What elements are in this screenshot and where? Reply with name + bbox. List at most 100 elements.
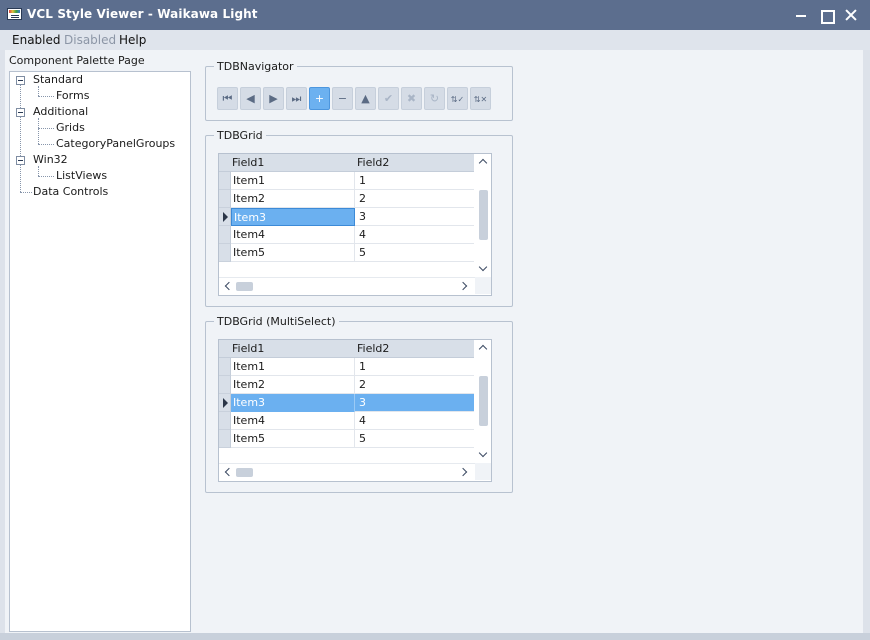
row-indicator[interactable] <box>219 412 231 430</box>
cancel-edit-button[interactable]: ✖ <box>401 87 422 110</box>
column-header-field1[interactable]: Field1 <box>232 156 264 169</box>
tree-item-forms[interactable]: Forms <box>56 89 89 102</box>
db-grid[interactable]: Field1 Field2 Item1 1 Item2 2 Item3 3 Item4 4 Item… <box>218 153 492 296</box>
menu-help[interactable]: Help <box>119 33 146 47</box>
column-header-field2[interactable]: Field2 <box>357 342 389 355</box>
table-cell[interactable]: Item5 <box>231 244 355 262</box>
horizontal-scroll-thumb[interactable] <box>236 468 253 477</box>
tree-item-listviews[interactable]: ListViews <box>56 169 107 182</box>
row-indicator[interactable] <box>219 244 231 262</box>
vertical-scrollbar[interactable] <box>475 154 491 277</box>
menu-disabled[interactable]: Disabled <box>64 33 116 47</box>
tree-item-grids[interactable]: Grids <box>56 121 85 134</box>
scroll-left-icon[interactable] <box>224 281 234 291</box>
table-row[interactable]: Item3 3 <box>231 394 474 412</box>
table-cell[interactable]: Item1 <box>231 358 355 376</box>
table-cell[interactable]: Item3 <box>231 208 355 226</box>
table-cell[interactable]: Item2 <box>231 376 355 394</box>
navigator-group: TDBNavigator ⏮ ◀ ▶ ⏭ + − ▲ ✔ ✖ ↻ ⇅✓ ⇅✕ <box>205 60 513 121</box>
table-row[interactable]: Item2 2 <box>231 376 474 394</box>
table-row[interactable]: Item3 3 <box>231 208 474 226</box>
table-cell[interactable]: 2 <box>356 376 474 394</box>
grid-multiselect-caption: TDBGrid (MultiSelect) <box>214 315 339 328</box>
vertical-scrollbar[interactable] <box>475 340 491 463</box>
table-cell[interactable]: Item4 <box>231 412 355 430</box>
db-grid-multiselect[interactable]: Field1 Field2 Item1 1 Item2 2 Item3 3 Item4 4 Item… <box>218 339 492 482</box>
first-record-button[interactable]: ⏮ <box>217 87 238 110</box>
table-cell[interactable]: 5 <box>356 244 474 262</box>
prior-record-button[interactable]: ◀ <box>240 87 261 110</box>
maximize-button[interactable] <box>815 5 837 25</box>
table-cell[interactable]: 3 <box>356 394 474 412</box>
scroll-up-icon[interactable] <box>478 344 488 354</box>
tree-item-data-controls[interactable]: Data Controls <box>33 185 108 198</box>
table-row[interactable]: Item4 4 <box>231 226 474 244</box>
apply-updates-button[interactable]: ⇅✓ <box>447 87 468 110</box>
next-record-button[interactable]: ▶ <box>263 87 284 110</box>
row-indicator[interactable] <box>219 376 231 394</box>
horizontal-scroll-thumb[interactable] <box>236 282 253 291</box>
edit-record-button[interactable]: ▲ <box>355 87 376 110</box>
table-cell[interactable]: Item5 <box>231 430 355 448</box>
last-record-button[interactable]: ⏭ <box>286 87 307 110</box>
insert-record-button[interactable]: + <box>309 87 330 110</box>
collapse-standard-icon[interactable] <box>16 76 25 85</box>
scroll-left-icon[interactable] <box>224 467 234 477</box>
vertical-scroll-thumb[interactable] <box>479 376 488 426</box>
delete-record-button[interactable]: − <box>332 87 353 110</box>
horizontal-scrollbar[interactable] <box>219 463 475 480</box>
scroll-down-icon[interactable] <box>478 448 488 458</box>
tree-item-standard[interactable]: Standard <box>33 73 83 86</box>
navigator-caption: TDBNavigator <box>214 60 297 73</box>
table-cell[interactable]: 4 <box>356 226 474 244</box>
minimize-button[interactable] <box>790 5 812 25</box>
refresh-data-button[interactable]: ↻ <box>424 87 445 110</box>
row-indicator[interactable] <box>219 190 231 208</box>
close-button[interactable] <box>840 5 862 25</box>
table-row[interactable]: Item1 1 <box>231 172 474 190</box>
collapse-win32-icon[interactable] <box>16 156 25 165</box>
menu-enabled[interactable]: Enabled <box>12 33 61 47</box>
table-cell[interactable]: 3 <box>356 208 474 226</box>
column-header-field1[interactable]: Field1 <box>232 342 264 355</box>
row-indicator[interactable] <box>219 226 231 244</box>
table-row[interactable]: Item5 5 <box>231 244 474 262</box>
table-row[interactable]: Item1 1 <box>231 358 474 376</box>
table-cell[interactable]: Item3 <box>231 394 355 412</box>
table-row[interactable]: Item4 4 <box>231 412 474 430</box>
table-cell[interactable]: Item1 <box>231 172 355 190</box>
table-row[interactable]: Item5 5 <box>231 430 474 448</box>
insert-record-icon: + <box>314 92 325 105</box>
table-cell[interactable]: 1 <box>356 172 474 190</box>
scroll-down-icon[interactable] <box>478 262 488 272</box>
row-indicator[interactable] <box>219 430 231 448</box>
window-bottom-border <box>0 633 870 640</box>
scroll-right-icon[interactable] <box>458 467 468 477</box>
table-cell[interactable]: 2 <box>356 190 474 208</box>
grid-multiselect-group: TDBGrid (MultiSelect) Field1 Field2 Item1 1… <box>205 315 513 493</box>
tree-item-categorypanelgroups[interactable]: CategoryPanelGroups <box>56 137 175 150</box>
table-cell[interactable]: Item2 <box>231 190 355 208</box>
table-row[interactable]: Item2 2 <box>231 190 474 208</box>
prior-record-icon: ◀ <box>246 92 255 105</box>
post-edit-button[interactable]: ✔ <box>378 87 399 110</box>
horizontal-scrollbar[interactable] <box>219 277 475 294</box>
vertical-scroll-thumb[interactable] <box>479 190 488 240</box>
column-header-field2[interactable]: Field2 <box>357 156 389 169</box>
table-cell[interactable]: 5 <box>356 430 474 448</box>
scroll-right-icon[interactable] <box>458 281 468 291</box>
row-indicator[interactable] <box>219 172 231 190</box>
scroll-up-icon[interactable] <box>478 158 488 168</box>
current-row-indicator-icon[interactable] <box>219 394 231 412</box>
palette-label: Component Palette Page <box>9 54 145 67</box>
row-indicator[interactable] <box>219 358 231 376</box>
collapse-additional-icon[interactable] <box>16 108 25 117</box>
current-row-indicator-icon[interactable] <box>219 208 231 226</box>
table-cell[interactable]: 4 <box>356 412 474 430</box>
cancel-updates-button[interactable]: ⇅✕ <box>470 87 491 110</box>
table-cell[interactable]: 1 <box>356 358 474 376</box>
tree-item-win32[interactable]: Win32 <box>33 153 68 166</box>
table-cell[interactable]: Item4 <box>231 226 355 244</box>
palette-tree[interactable]: Standard Forms Additional Grids Category… <box>9 71 191 632</box>
tree-item-additional[interactable]: Additional <box>33 105 88 118</box>
